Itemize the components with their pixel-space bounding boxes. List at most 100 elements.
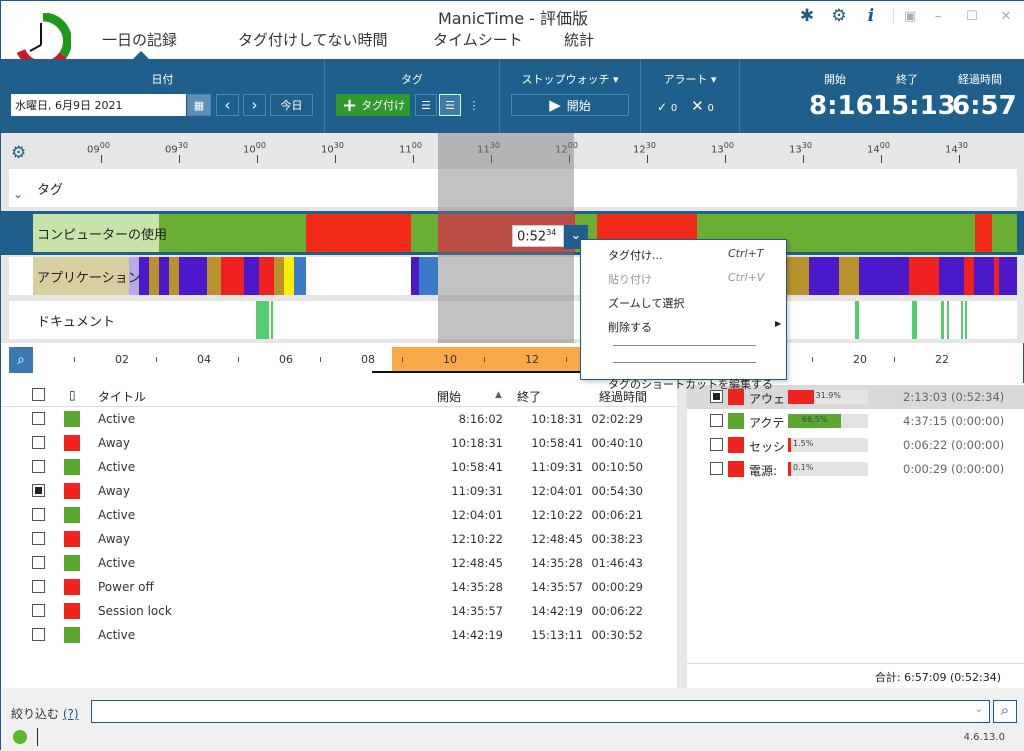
compact-view-icon[interactable]: ▣ [893,8,916,24]
document-segment[interactable] [961,301,963,339]
application-segment[interactable] [207,257,221,295]
application-segment[interactable] [999,257,1017,295]
row-checkbox[interactable] [32,412,45,425]
computer-usage-segment[interactable] [306,214,411,252]
list-view-icon[interactable]: ☰ [415,94,437,116]
close-button[interactable]: ✕ [995,9,1017,24]
row-checkbox[interactable] [32,508,45,521]
zoom-search-icon[interactable]: ⌕ [9,347,33,373]
date-input[interactable]: 水曜日, 6月9日 2021 [11,94,186,116]
table-scrollbar[interactable] [677,383,687,688]
table-row[interactable]: Active 12:04:01 12:10:22 00:06:21 [1,503,677,527]
document-segment[interactable] [912,301,917,339]
table-row[interactable]: Away 12:10:22 12:48:45 00:38:23 [1,527,677,551]
row-checkbox[interactable] [32,436,45,449]
tab-daily-record[interactable]: 一日の記録 [102,29,177,50]
table-row[interactable]: Active 10:58:41 11:09:31 00:10:50 [1,455,677,479]
application-segment[interactable] [974,257,994,295]
row-checkbox[interactable] [32,604,45,617]
plugin-icon[interactable]: ✱ [797,6,817,26]
table-row[interactable]: Active 8:16:02 10:18:31 02:02:29 [1,407,677,431]
minimize-button[interactable]: – [927,9,949,24]
compact-list-view-icon[interactable]: ⋮ [463,94,485,116]
computer-usage-segment[interactable] [159,214,306,252]
document-segment[interactable] [965,301,967,339]
application-segment[interactable] [149,257,159,295]
info-icon[interactable]: i [861,6,881,26]
stopwatch-start-button[interactable]: ▶ 開始 [511,94,629,116]
application-segment[interactable] [221,257,244,295]
timeline[interactable]: ⚙ 0900 0930 1000 1030 1100 1130 1200 1230 1300 13… [1,133,1024,373]
row-checkbox[interactable] [32,484,45,497]
next-day-button[interactable]: › [243,94,266,116]
table-row[interactable]: Active 14:42:19 15:13:11 00:30:52 [1,623,677,647]
column-title[interactable]: タイトル [98,388,146,405]
tab-statistics[interactable]: 統計 [564,29,594,50]
application-segment[interactable] [244,257,259,295]
summary-row[interactable]: セッシ 1.5% 0:06:22 (0:00:00) [687,433,1024,457]
application-segment[interactable] [411,257,419,295]
application-segment[interactable] [419,257,438,295]
application-segment[interactable] [159,257,169,295]
computer-usage-segment[interactable] [975,214,992,252]
tab-untagged-time[interactable]: タグ付けしてない時間 [238,29,388,50]
gear-icon[interactable]: ⚙ [829,6,849,26]
document-segment[interactable] [855,301,859,339]
computer-usage-segment[interactable] [992,214,1017,252]
menu-item-zoom-to-selection[interactable]: ズームして選択 [608,295,684,311]
menu-item-edit-tag-shortcuts[interactable]: タグのショートカットを編集する [608,376,773,392]
application-segment[interactable] [259,257,274,295]
maximize-button[interactable]: ☐ [961,9,983,24]
filter-dropdown-chevron-icon[interactable]: ⌄ [975,704,983,715]
document-segment[interactable] [947,301,949,339]
filter-search-icon[interactable]: ⌕ [993,700,1017,723]
table-row[interactable]: Active 12:48:45 14:35:28 01:46:43 [1,551,677,575]
overview-visible-range[interactable] [392,347,592,373]
collapse-chevron-icon[interactable]: ⌄ [13,187,23,201]
application-segment[interactable] [909,257,939,295]
menu-item-delete[interactable]: 削除する ▶ [608,319,781,335]
row-checkbox[interactable] [32,628,45,641]
summary-checkbox[interactable] [710,438,723,451]
summary-row[interactable]: 電源: 0.1% 0:00:29 (0:00:00) [687,457,1024,481]
summary-checkbox[interactable] [710,414,723,427]
column-end[interactable]: 終了 [517,388,541,405]
timeline-settings-icon[interactable]: ⚙ [11,143,26,163]
application-segment[interactable] [839,257,859,295]
document-segment[interactable] [271,301,273,339]
row-checkbox[interactable] [32,580,45,593]
tab-timesheet[interactable]: タイムシート [433,29,523,50]
calendar-icon[interactable]: ▦ [187,94,211,116]
summary-checkbox[interactable] [710,462,723,475]
application-segment[interactable] [964,257,974,295]
alert-label[interactable]: アラート ▾ [641,71,739,87]
document-segment[interactable] [256,301,269,339]
menu-item-tag[interactable]: タグ付け... Ctrl+T [608,247,764,263]
row-checkbox[interactable] [32,532,45,545]
select-all-checkbox[interactable] [32,388,45,401]
application-segment[interactable] [274,257,284,295]
detailed-list-view-icon[interactable]: ☰ [439,94,461,116]
summary-row[interactable]: アクテ 66.5% 4:37:15 (0:00:00) [687,409,1024,433]
row-checkbox[interactable] [32,556,45,569]
previous-day-button[interactable]: ‹ [216,94,239,116]
table-row[interactable]: Away 10:18:31 10:58:41 00:40:10 [1,431,677,455]
application-segment[interactable] [786,257,809,295]
row-checkbox[interactable] [32,460,45,473]
today-button[interactable]: 今日 [270,94,313,116]
column-start[interactable]: 開始 [437,388,461,405]
application-segment[interactable] [809,257,839,295]
stopwatch-label[interactable]: ストップウォッチ ▾ [500,71,640,87]
add-tag-button[interactable]: + タグ付け [336,94,410,116]
application-segment[interactable] [939,257,964,295]
document-segment[interactable] [941,301,944,339]
filter-input[interactable]: ⌄ [91,700,990,723]
table-row[interactable]: Power off 14:35:28 14:35:57 00:00:29 [1,575,677,599]
application-segment[interactable] [294,257,306,295]
application-segment[interactable] [169,257,179,295]
filter-help-link[interactable]: (?) [63,707,79,721]
application-segment[interactable] [859,257,909,295]
day-overview-bar[interactable]: 0204060810121416182022 [9,347,1017,373]
application-segment[interactable] [284,257,294,295]
table-row[interactable]: Session lock 14:35:57 14:42:19 00:06:22 [1,599,677,623]
